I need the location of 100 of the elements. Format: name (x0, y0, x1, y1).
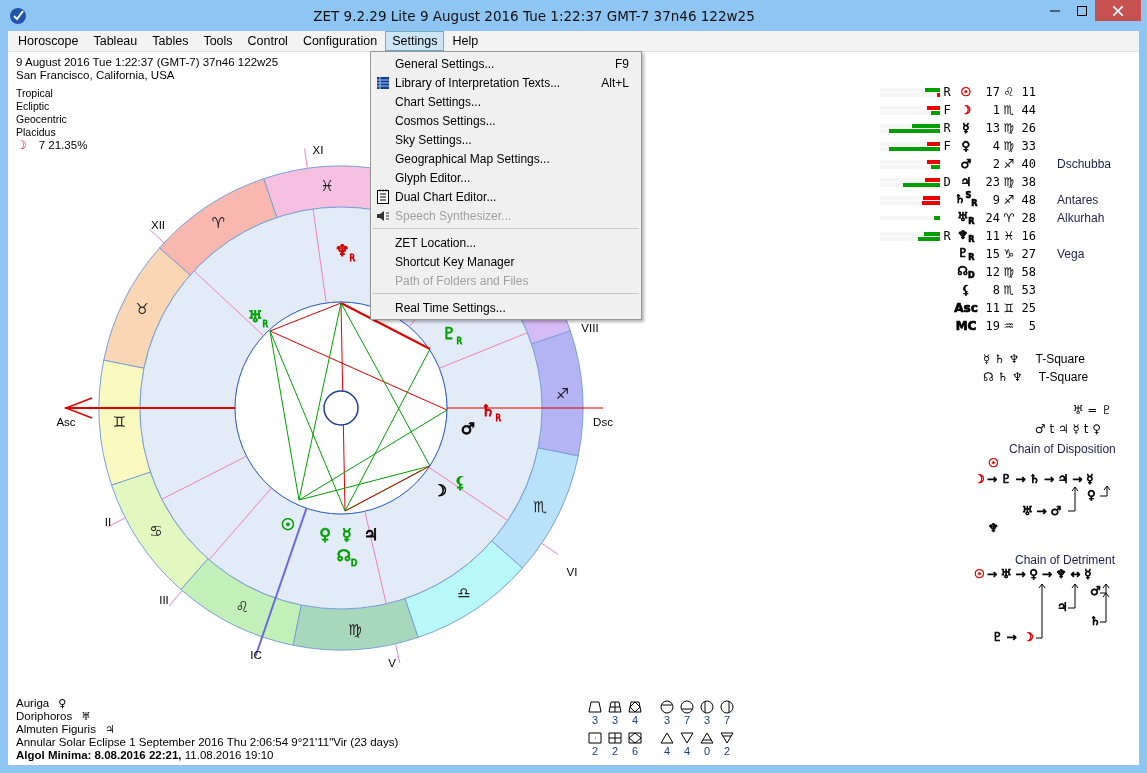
configuration-name: T-Square (1038, 370, 1089, 384)
position-minute: 48 (1021, 193, 1036, 207)
planet-glyph: ♀ (961, 139, 971, 153)
chain-glyph-text: ☉ (988, 456, 999, 470)
eclipse-info: Annular Solar Eclipse 1 September 2016 Thu 2:06:54 9°21'11"Vir (23 days) (16, 736, 399, 749)
note-glyph: ♀ (58, 697, 67, 710)
menu-item[interactable]: Control (240, 31, 295, 51)
position-minute: 40 (1021, 157, 1036, 171)
planet-glyph: ⚸ (454, 472, 466, 492)
position-minute: 44 (1021, 103, 1036, 117)
aspect-pattern-icon (627, 700, 643, 714)
list-icon (376, 75, 390, 90)
house-cusp-line (193, 270, 264, 337)
configuration-planets: ☊ ♄ ♆ (983, 370, 1023, 384)
note-glyph: ♃ (104, 723, 115, 736)
planet-glyph: ♂ (460, 418, 476, 438)
moon-glyph: ☽ (16, 139, 27, 152)
position-minute: 38 (1021, 175, 1036, 189)
aspect-pattern-icon (587, 700, 603, 714)
pattern-count: 7 (683, 714, 691, 727)
zodiac-sign-glyph: ♊ (1003, 301, 1015, 315)
pattern-count: 4 (631, 714, 639, 727)
menu-entry[interactable]: General Settings... F9 (371, 54, 641, 73)
aspect-pattern-icon (627, 731, 643, 745)
close-button[interactable] (1095, 0, 1141, 21)
pattern-count: 4 (683, 745, 691, 758)
planet-glyph: ♇$_{R}$ (957, 245, 975, 260)
star-name-label: Dschubba (1057, 157, 1112, 171)
chain-title: Chain of Disposition (1009, 442, 1116, 456)
menu-entry[interactable]: Geographical Map Settings... (371, 149, 641, 168)
menu-entry[interactable]: Shortcut Key Manager (371, 252, 641, 271)
house-label: VIII (581, 322, 599, 334)
speaker-icon (376, 209, 390, 222)
menu-entry[interactable]: Cosmos Settings... (371, 111, 641, 130)
position-minute: 27 (1021, 247, 1036, 261)
chain-glyph-text: ♆ (988, 521, 999, 535)
menu-entry[interactable]: Glyph Editor... (371, 168, 641, 187)
zodiac-sign-glyph: ♍ (1003, 265, 1015, 279)
pattern-count: 3 (591, 714, 599, 727)
connector-arrow (1099, 485, 1111, 497)
position-degree: 2 (992, 157, 1000, 171)
leader-line (148, 228, 165, 244)
pattern-count: 3 (663, 714, 671, 727)
algol-minima: Algol Minima: 8.08.2016 22:21, 11.08.2016 19:10 (16, 749, 274, 762)
aspect-pattern-icon (719, 700, 735, 714)
position-degree: 13 (985, 121, 1000, 135)
house-label: Dsc (593, 416, 613, 428)
menu-entry[interactable]: ZET Location... (371, 233, 641, 252)
aspect-pattern-icon (587, 731, 603, 745)
menu-item[interactable]: Tableau (86, 31, 145, 51)
menu-entry[interactable]: Chart Settings... (371, 92, 641, 111)
position-minute: 5 (1028, 319, 1036, 333)
menu-item[interactable]: Tools (196, 31, 240, 51)
zodiac-sign-glyph: ♑ (1003, 247, 1015, 261)
position-degree: 24 (985, 211, 1000, 225)
zodiac-sign-glyph: ♈ (1003, 211, 1015, 225)
planet-glyph: ♂ (960, 157, 972, 171)
planet-glyph: ☉ (960, 85, 972, 99)
chain-glyph-text: ♅ → ♂ (1022, 504, 1062, 518)
planet-glyph: ♅$_{R}$ (248, 307, 268, 329)
connector-arrow (1067, 486, 1079, 512)
aspect-pattern-icon (659, 731, 675, 745)
zodiac-sign-glyph: ♏ (1003, 283, 1015, 297)
menu-item[interactable]: Configuration (295, 31, 385, 51)
window-title: ZET 9.2.29 Lite 9 August 2016 Tue 1:22:37 GMT-7 37n46 122w25 (312, 7, 756, 24)
position-minute: 25 (1021, 301, 1036, 315)
zodiac-sign-glyph: ♍ (348, 620, 362, 639)
menu-entry[interactable]: Sky Settings... (371, 130, 641, 149)
menu-item[interactable]: Settings (385, 31, 445, 51)
menu-entry[interactable]: Real Time Settings... (371, 298, 641, 317)
menu-item[interactable]: Tables (145, 31, 196, 51)
planet-glyph: ♇$_{R}$ (442, 324, 462, 346)
aspect-pattern-icon (607, 700, 623, 714)
position-minute: 16 (1021, 229, 1036, 243)
position-minute: 58 (1021, 265, 1036, 279)
chart-setting: Ecliptic (16, 100, 50, 113)
aspect-pattern-icon (699, 700, 715, 714)
position-degree: 4 (992, 139, 1000, 153)
aspect-pattern-icon (659, 700, 675, 714)
zodiac-sign-glyph: ♍ (1003, 121, 1015, 135)
chain-glyph-text: ♄ (1090, 614, 1101, 628)
position-minute: 26 (1021, 121, 1036, 135)
zodiac-sign-glyph: ♎ (457, 583, 471, 602)
aspect-pattern-icon (607, 731, 623, 745)
minimize-icon (1049, 9, 1060, 12)
menu-item[interactable]: Horoscope (11, 31, 86, 51)
note-label: Doriphoros (16, 710, 73, 723)
menu-entry[interactable]: Dual Chart Editor... (371, 187, 641, 206)
zodiac-sign-glyph: ♈ (211, 214, 225, 233)
pattern-count: 2 (611, 745, 619, 758)
close-icon (1113, 5, 1123, 16)
menu-item[interactable]: Help (445, 31, 486, 51)
house-label: XI (312, 144, 324, 156)
planet-glyph: MC (955, 319, 977, 333)
zodiac-sign-glyph: ♍ (1003, 139, 1015, 153)
position-degree: 1 (992, 103, 1000, 117)
pattern-count: 4 (663, 745, 671, 758)
planet-glyph: ♀ (319, 524, 331, 544)
house-label: VI (566, 566, 578, 578)
menu-entry[interactable]: Library of Interpretation Texts... Alt+L (371, 73, 641, 92)
